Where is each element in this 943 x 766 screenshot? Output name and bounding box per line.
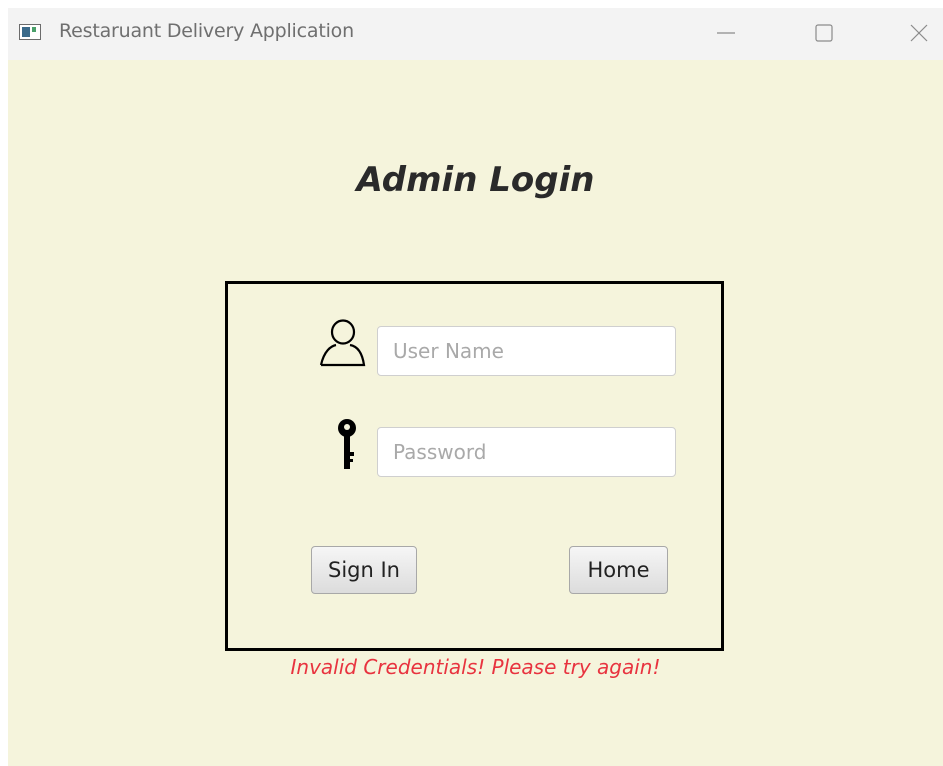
close-icon bbox=[910, 24, 928, 42]
title-bar[interactable]: Restaruant Delivery Application bbox=[8, 8, 943, 60]
login-panel: Sign In Home bbox=[225, 281, 724, 651]
application-icon bbox=[19, 24, 41, 40]
error-message: Invalid Credentials! Please try again! bbox=[290, 655, 661, 679]
password-input[interactable] bbox=[377, 427, 676, 477]
sign-in-button[interactable]: Sign In bbox=[311, 546, 417, 594]
close-button[interactable] bbox=[896, 8, 942, 58]
app-window: Restaruant Delivery Application Admin Lo… bbox=[8, 8, 943, 766]
minimize-icon bbox=[717, 32, 735, 34]
minimize-button[interactable] bbox=[703, 8, 749, 58]
window-title: Restaruant Delivery Application bbox=[59, 20, 354, 42]
maximize-button[interactable] bbox=[801, 8, 847, 58]
key-icon bbox=[337, 417, 357, 478]
user-icon bbox=[316, 318, 368, 373]
username-input[interactable] bbox=[377, 326, 676, 376]
maximize-icon bbox=[815, 24, 833, 42]
page-title: Admin Login bbox=[356, 160, 595, 200]
home-button[interactable]: Home bbox=[569, 546, 668, 594]
